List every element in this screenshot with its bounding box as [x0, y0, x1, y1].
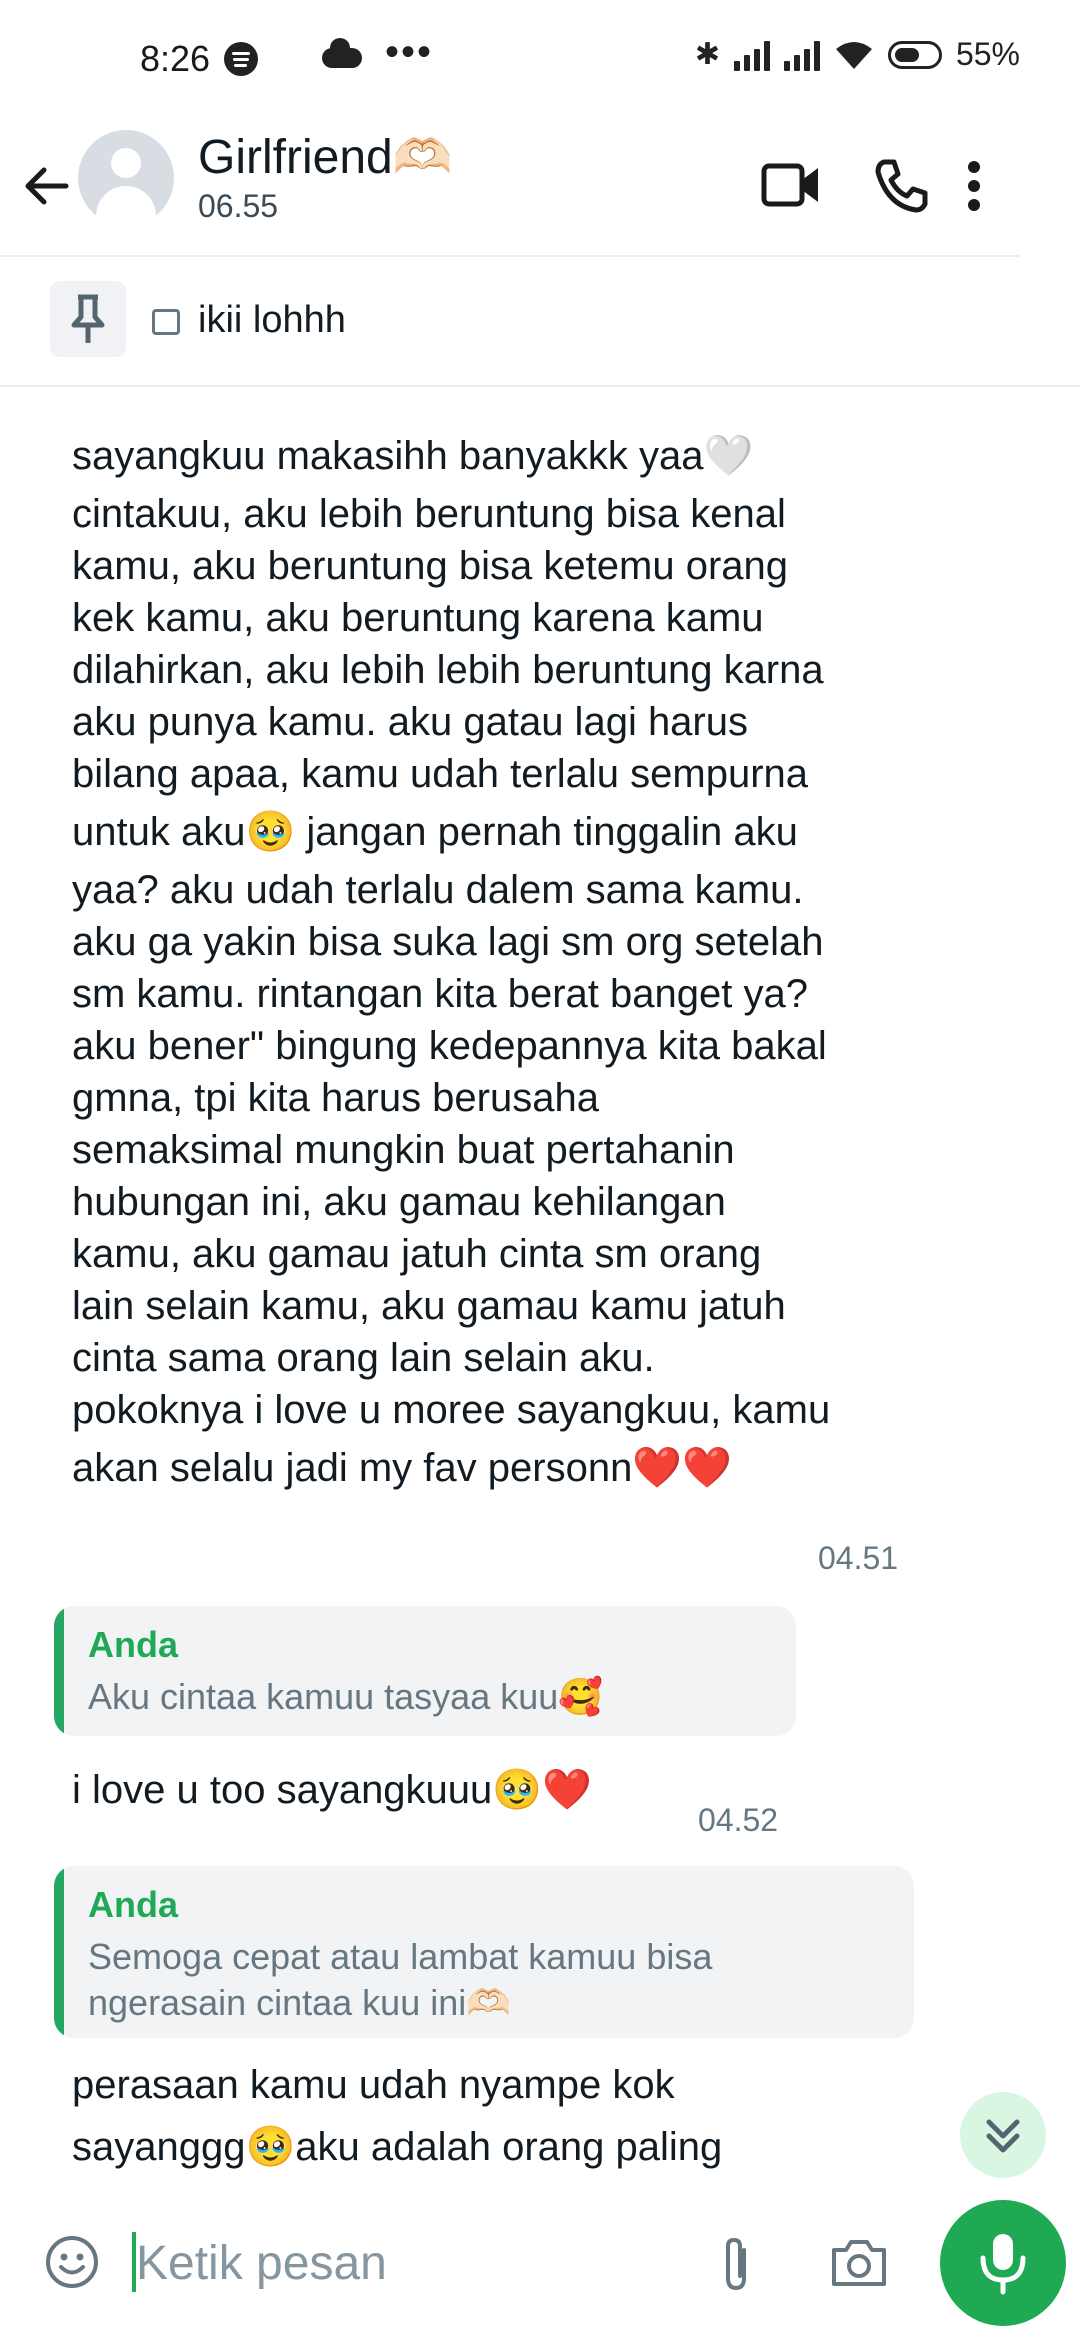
message-line: perasaan kamu udah nyampe kok — [72, 2063, 675, 2107]
message-line: cintakuu, aku lebih beruntung bisa kenal — [72, 492, 786, 536]
message-line: cinta sama orang lain selain aku. — [72, 1336, 655, 1380]
more-notifications-icon: ••• — [385, 30, 434, 74]
message-line: kek kamu, aku beruntung karena kamu — [72, 596, 764, 640]
message-line: kamu, aku beruntung bisa ketemu orang — [72, 544, 788, 588]
message-line: semaksimal mungkin buat pertahanin — [72, 1128, 735, 1172]
status-bar: 8:26 ••• ✱ 55% — [0, 0, 1080, 120]
scroll-down-button[interactable] — [960, 2092, 1046, 2178]
message-line: pokoknya i love u moree sayangkuu, kamu — [72, 1388, 831, 1432]
chevrons-down-icon — [986, 2119, 1020, 2153]
avatar[interactable] — [78, 130, 174, 226]
message-line: sayangkuu makasihh banyakkk yaa🤍 — [72, 434, 754, 478]
spotify-icon — [224, 42, 258, 76]
quote-line: Semoga cepat atau lambat kamuu bisa — [88, 1936, 713, 1977]
battery-level: 55% — [955, 36, 1020, 72]
message-line: aku bener" bingung kedepannya kita bakal — [72, 1024, 827, 1068]
message-line: hubungan ini, aku gamau kehilangan — [72, 1180, 726, 1224]
message-text[interactable]: i love u too sayangkuuu🥹❤️ — [72, 1760, 592, 1820]
chat-header: Girlfriend🫶🏻 06.55 — [0, 120, 1020, 257]
message-line: yaa? aku udah terlalu dalem sama kamu. — [72, 868, 804, 912]
emoji-icon[interactable] — [44, 2234, 100, 2290]
message-line: aku ga yakin bisa suka lagi sm org setel… — [72, 920, 824, 964]
pin-icon[interactable] — [50, 281, 126, 357]
status-time: 8:26 — [140, 38, 211, 79]
message-line: bilang apaa, kamu udah terlalu sempurna — [72, 752, 809, 796]
wifi-icon — [835, 41, 872, 69]
quoted-message[interactable]: Anda Aku cintaa kamuu tasyaa kuu🥰 — [54, 1606, 796, 1736]
signal-icon-2 — [783, 39, 820, 71]
video-call-icon[interactable] — [760, 160, 822, 210]
signal-icon — [733, 39, 770, 71]
message-line: gmna, tpi kita harus berusaha — [72, 1076, 599, 1120]
quote-line: ngerasain cintaa kuu ini🫶🏻 — [88, 1982, 512, 2023]
quote-author: Anda — [88, 1624, 178, 1665]
pinned-message-bar[interactable]: ikii lohhh — [0, 257, 1080, 387]
message-line: untuk aku🥹 jangan pernah tinggalin aku — [72, 810, 798, 854]
attach-icon[interactable] — [712, 2232, 760, 2296]
message-input[interactable]: Ketik pesan — [136, 2236, 387, 2291]
quote-author: Anda — [88, 1884, 178, 1925]
quote-text: Semoga cepat atau lambat kamuu bisa nger… — [88, 1934, 712, 2026]
mic-icon — [980, 2234, 1026, 2295]
back-arrow-icon[interactable] — [20, 160, 72, 212]
battery-icon — [887, 40, 942, 69]
phone-icon[interactable] — [870, 156, 930, 216]
message-bubble[interactable]: perasaan kamu udah nyampe kok sayanggg🥹a… — [72, 2054, 932, 2178]
message-line: aku punya kamu. aku gatau lagi harus — [72, 700, 748, 744]
last-seen: 06.55 — [198, 188, 279, 224]
message-line: dilahirkan, aku lebih lebih beruntung ka… — [72, 648, 824, 692]
message-line: kamu, aku gamau jatuh cinta sm orang — [72, 1232, 762, 1276]
status-icons: ✱ 55% — [695, 36, 1020, 73]
message-time: 04.51 — [818, 1540, 899, 1576]
message-line: sayanggg🥹aku adalah orang paling — [72, 2125, 723, 2169]
image-icon — [152, 309, 180, 335]
message-composer: Ketik pesan — [0, 2196, 1080, 2340]
contact-name[interactable]: Girlfriend🫶🏻 — [198, 128, 452, 185]
bluetooth-icon: ✱ — [694, 38, 720, 71]
cloud-icon — [322, 38, 362, 68]
message-line: akan selalu jadi my fav personn❤️❤️ — [72, 1446, 732, 1490]
quote-text: Aku cintaa kamuu tasyaa kuu🥰 — [88, 1676, 604, 1717]
pinned-text: ikii lohhh — [198, 299, 346, 341]
message-time: 04.52 — [698, 1802, 779, 1838]
message-bubble[interactable]: sayangkuu makasihh banyakkk yaa🤍 cintaku… — [72, 424, 932, 1500]
quoted-message[interactable]: Anda Semoga cepat atau lambat kamuu bisa… — [54, 1866, 914, 2038]
message-line: sm kamu. rintangan kita berat banget ya? — [72, 972, 808, 1016]
message-line: lain selain kamu, aku gamau kamu jatuh — [72, 1284, 786, 1328]
camera-icon[interactable] — [828, 2236, 890, 2290]
more-vert-icon[interactable] — [966, 160, 982, 212]
mic-button[interactable] — [940, 2200, 1066, 2326]
